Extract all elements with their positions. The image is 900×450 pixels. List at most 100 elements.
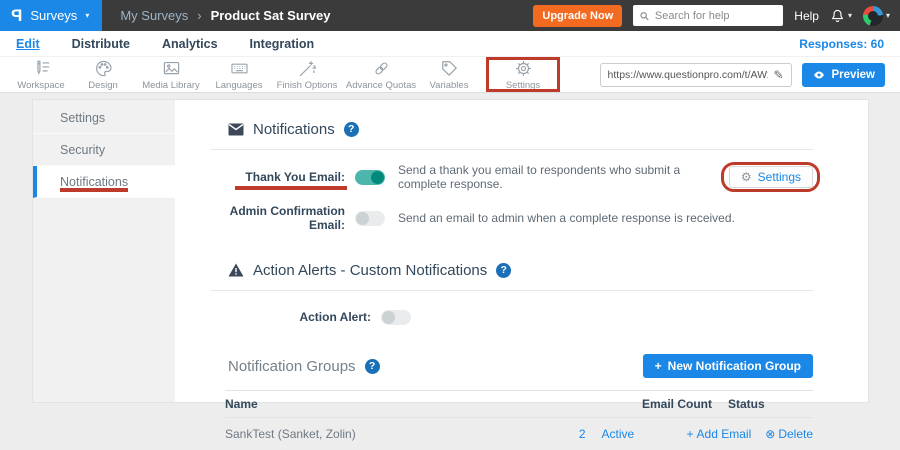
tab-distribute[interactable]: Distribute — [72, 37, 130, 51]
thank-you-email-row: Thank You Email: Send a thank you email … — [211, 163, 813, 191]
plus-icon: + — [687, 427, 694, 441]
row-actions: +Add Email ⊗Delete — [687, 427, 813, 441]
email-count-link[interactable]: 2 — [496, 427, 586, 441]
surveys-product-switcher[interactable]: P Surveys ▾ — [0, 0, 102, 31]
group-name: SankTest (Sanket, Zolin) — [225, 427, 496, 441]
thank-you-email-toggle[interactable] — [355, 170, 385, 185]
notification-groups-title: Notification Groups ? — [228, 358, 380, 375]
design-icon — [94, 59, 113, 78]
action-alerts-section-header: Action Alerts - Custom Notifications ? — [228, 259, 813, 281]
chevron-down-icon: ▾ — [848, 11, 852, 20]
product-label: Surveys — [30, 8, 77, 23]
breadcrumb: My Surveys › Product Sat Survey — [120, 8, 330, 23]
col-header-name: Name — [225, 397, 622, 411]
responses-count-link[interactable]: Responses: 60 — [799, 37, 884, 51]
finish-options-icon — [298, 59, 317, 78]
search-input[interactable] — [655, 10, 777, 22]
col-header-email-count: Email Count — [622, 397, 712, 411]
help-link[interactable]: Help — [794, 9, 819, 23]
toolbar-item-settings[interactable]: Settings — [492, 57, 554, 92]
action-alert-toggle[interactable] — [381, 310, 411, 325]
toolbar-item-advance-quotas[interactable]: Advance Quotas — [344, 57, 418, 92]
admin-confirmation-row: Admin Confirmation Email: Send an email … — [211, 204, 813, 232]
help-icon[interactable]: ? — [344, 122, 359, 137]
annotation-underline-thank-you — [235, 186, 347, 190]
add-email-link[interactable]: +Add Email — [687, 427, 752, 441]
section-title: Action Alerts - Custom Notifications — [253, 262, 487, 279]
col-header-status: Status — [728, 397, 813, 411]
eye-icon — [812, 69, 826, 81]
delete-circle-icon: ⊗ — [765, 427, 775, 441]
upgrade-now-button[interactable]: Upgrade Now — [533, 5, 622, 27]
notifications-section-header: Notifications ? — [228, 118, 813, 140]
breadcrumb-separator-icon: › — [197, 8, 201, 23]
help-icon[interactable]: ? — [496, 263, 511, 278]
survey-url-input[interactable] — [608, 69, 769, 81]
plus-icon: + — [655, 359, 662, 373]
thank-you-email-description: Send a thank you email to respondents wh… — [398, 163, 729, 191]
sidebar-item-settings[interactable]: Settings — [33, 102, 175, 134]
admin-confirmation-toggle[interactable] — [355, 211, 385, 226]
sidebar-item-security[interactable]: Security — [33, 134, 175, 166]
action-alert-label: Action Alert: — [211, 310, 371, 324]
avatar — [863, 6, 883, 26]
warning-icon — [228, 263, 244, 277]
gear-icon: ⚙ — [741, 170, 752, 184]
notification-groups-header: Notification Groups ? + New Notification… — [211, 354, 813, 378]
questionpro-logo: P — [11, 6, 22, 26]
chevron-down-icon: ▾ — [85, 11, 89, 20]
settings-content: Notifications ? Thank You Email: Send a … — [175, 100, 868, 402]
languages-icon — [230, 59, 249, 78]
divider — [211, 149, 813, 150]
thank-you-settings-button[interactable]: ⚙ Settings — [729, 166, 813, 188]
toolbar-item-media-library[interactable]: Media Library — [134, 57, 208, 92]
settings-sidebar: Settings Security Notifications — [33, 100, 175, 402]
thank-you-email-label: Thank You Email: — [211, 170, 345, 184]
new-notification-group-button[interactable]: + New Notification Group — [643, 354, 813, 378]
help-icon[interactable]: ? — [365, 359, 380, 374]
breadcrumb-current: Product Sat Survey — [211, 8, 331, 23]
settings-card: Settings Security Notifications Notifica… — [33, 100, 868, 402]
toolbar-item-variables[interactable]: Variables — [418, 57, 480, 92]
delete-link[interactable]: ⊗Delete — [765, 427, 813, 441]
edit-toolbar: Workspace Design Media Library Languages… — [0, 56, 900, 93]
account-menu-button[interactable]: ▾ — [863, 6, 890, 26]
chevron-down-icon: ▾ — [886, 11, 890, 20]
search-icon — [639, 10, 650, 22]
variables-icon — [440, 59, 459, 78]
toolbar-item-design[interactable]: Design — [72, 57, 134, 92]
toolbar-right: ✎ Preview — [600, 63, 900, 87]
topbar-right: Upgrade Now Help ▾ ▾ — [533, 5, 900, 27]
notification-groups-table: Name Email Count Status SankTest (Sanket… — [225, 390, 813, 450]
thank-you-settings-wrap: ⚙ Settings — [729, 166, 813, 188]
toolbar-item-workspace[interactable]: Workspace — [10, 57, 72, 92]
advance-quotas-icon — [372, 59, 391, 78]
top-bar: P Surveys ▾ My Surveys › Product Sat Sur… — [0, 0, 900, 31]
main-nav: Edit Distribute Analytics Integration Re… — [0, 31, 900, 56]
breadcrumb-parent[interactable]: My Surveys — [120, 8, 188, 23]
admin-confirmation-label: Admin Confirmation Email: — [211, 204, 345, 232]
notifications-bell-button[interactable]: ▾ — [830, 8, 852, 24]
workspace-icon — [32, 59, 51, 78]
table-row: SankTest (Sanket, Zolin) 2 Active +Add E… — [225, 418, 813, 450]
tab-edit[interactable]: Edit — [16, 37, 40, 51]
admin-confirmation-description: Send an email to admin when a complete r… — [398, 211, 735, 225]
settings-icon — [514, 59, 533, 78]
preview-button[interactable]: Preview — [802, 63, 885, 87]
media-library-icon — [162, 59, 181, 78]
tab-integration[interactable]: Integration — [250, 37, 315, 51]
status-link[interactable]: Active — [602, 427, 687, 441]
edit-url-pencil-icon[interactable]: ✎ — [773, 68, 783, 82]
help-search-box — [633, 5, 783, 26]
annotation-underline-notifications — [60, 188, 128, 192]
sidebar-item-notifications[interactable]: Notifications — [33, 166, 175, 198]
toolbar-item-languages[interactable]: Languages — [208, 57, 270, 92]
survey-url-box: ✎ — [600, 63, 792, 87]
divider — [211, 290, 813, 291]
section-title: Notifications — [253, 121, 335, 138]
bell-icon — [830, 8, 845, 24]
toolbar-item-finish-options[interactable]: Finish Options — [270, 57, 344, 92]
envelope-icon — [228, 123, 244, 136]
tab-analytics[interactable]: Analytics — [162, 37, 218, 51]
action-alert-row: Action Alert: — [211, 306, 813, 328]
